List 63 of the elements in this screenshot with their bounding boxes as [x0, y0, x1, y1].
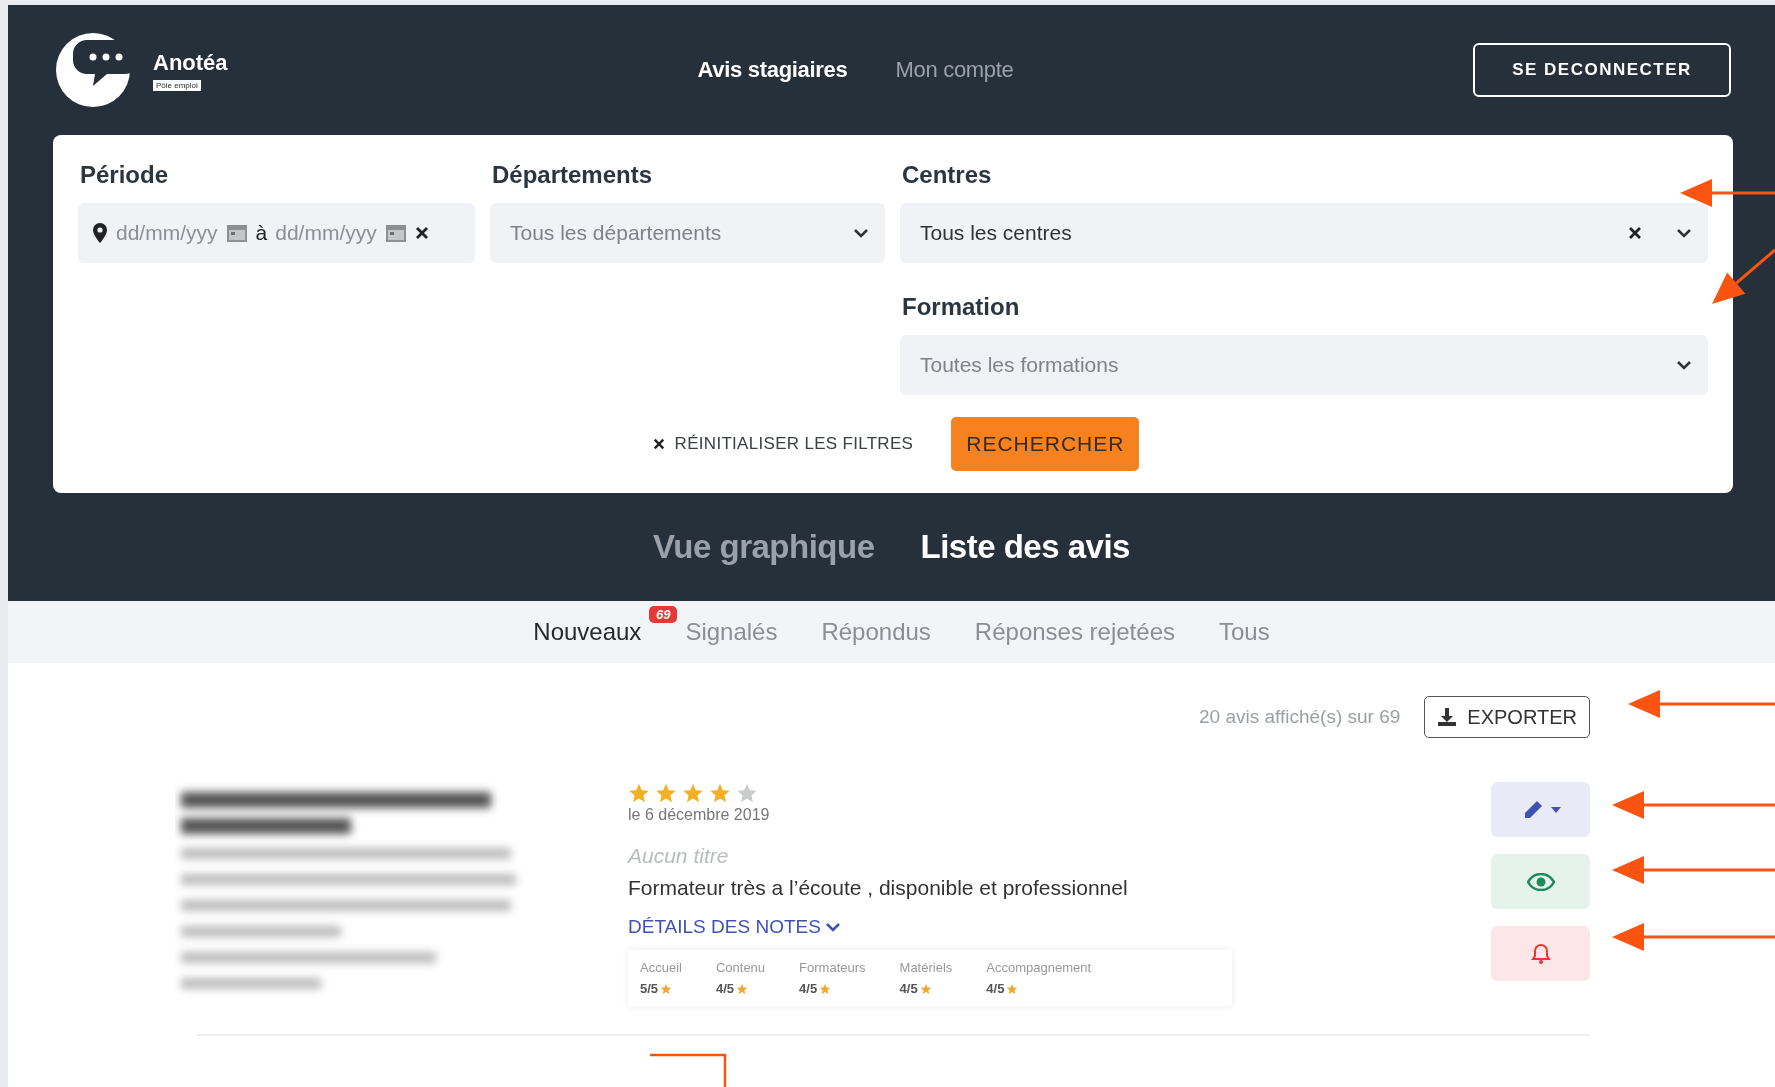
caret-icon	[1550, 806, 1561, 813]
reset-filters-button[interactable]: RÉINITIALISER LES FILTRES	[646, 433, 920, 455]
star-icon	[819, 982, 832, 995]
review-title: Aucun titre	[628, 844, 730, 868]
filter-label: Départements	[492, 161, 654, 189]
date-separator: à	[255, 221, 268, 245]
note-label: Contenu	[715, 960, 766, 975]
close-icon	[652, 438, 665, 450]
filter-label: Formation	[902, 293, 1021, 321]
edit-button[interactable]	[1491, 782, 1590, 837]
annotation-arrow	[1712, 248, 1775, 304]
map-pin-icon	[92, 222, 108, 244]
filter-label: Centres	[902, 161, 993, 189]
count-badge: 69	[648, 606, 678, 623]
close-icon	[414, 226, 429, 240]
note-label: Matériels	[899, 960, 953, 975]
star-icon	[736, 982, 748, 995]
chevron-down-icon	[824, 922, 841, 932]
view-tab[interactable]: Vue graphique	[653, 528, 875, 566]
chevron-down-icon	[853, 228, 869, 238]
brand-name: Anotéa	[153, 49, 228, 76]
star-icon	[709, 782, 731, 804]
date-range-field[interactable]: dd/mm/yyy à dd/mm/yyy	[78, 203, 475, 263]
star-icon	[655, 782, 677, 804]
note-value: 4/5	[986, 981, 1005, 996]
filter-label: Période	[80, 161, 170, 189]
note-value: 4/5	[899, 981, 918, 996]
eye-icon	[1526, 872, 1555, 891]
view-tab[interactable]: Liste des avis	[920, 528, 1130, 566]
note-value: 4/5	[715, 981, 734, 996]
note-label: Formateurs	[799, 960, 866, 975]
download-icon	[1437, 707, 1458, 727]
date-to-text: dd/mm/yyy	[275, 221, 377, 245]
star-icon	[736, 782, 758, 804]
note-value: 4/5	[799, 981, 818, 996]
nav-link[interactable]: Mon compte	[895, 57, 1014, 83]
chevron-down-icon	[1676, 228, 1692, 238]
star-icon	[919, 982, 932, 995]
bell-icon	[1530, 942, 1551, 965]
centres-select[interactable]: Tous les centres	[900, 203, 1708, 263]
brand-badge: Pôle emploi	[153, 79, 201, 91]
calendar-icon	[225, 223, 248, 243]
review-comment: Formateur très a l’écoute , disponible et professionnel	[628, 876, 1129, 900]
details-link[interactable]: DÉTAILS DES NOTES	[628, 916, 1491, 938]
star-icon	[1006, 982, 1019, 995]
close-icon	[1628, 226, 1642, 240]
results-count: 20 avis affiché(s) sur 69	[1198, 706, 1401, 728]
review-date: le 6 décembre 2019	[628, 806, 771, 824]
report-button[interactable]	[1491, 926, 1590, 981]
view-button[interactable]	[1491, 854, 1590, 909]
note-label: Accompagnement	[986, 960, 1092, 975]
calendar-icon	[384, 223, 407, 243]
logout-button[interactable]: SE DECONNECTER	[1473, 43, 1731, 97]
note-value: 5/5	[640, 981, 659, 996]
star-icon	[660, 982, 673, 995]
export-button[interactable]: EXPORTER	[1424, 696, 1590, 738]
note-label: Accueil	[640, 960, 682, 975]
nav-link[interactable]: Avis stagiaires	[697, 57, 848, 83]
search-button[interactable]: RECHERCHER	[951, 417, 1140, 471]
star-icon	[628, 782, 650, 804]
chevron-down-icon	[1676, 360, 1692, 370]
date-from-text: dd/mm/yyy	[116, 221, 218, 245]
star-icon	[682, 782, 704, 804]
